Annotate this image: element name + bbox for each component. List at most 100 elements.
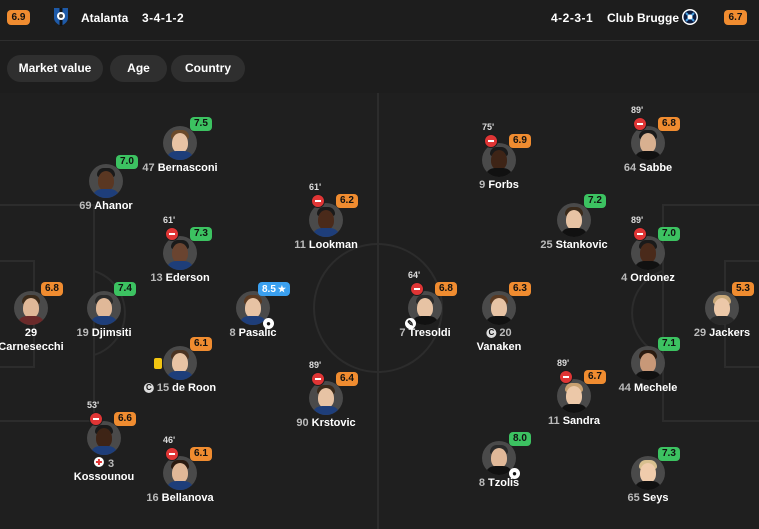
player-name: Kossounou xyxy=(73,471,135,483)
club-brugge-crest-icon[interactable] xyxy=(681,7,699,27)
player-name: 44 Mechele xyxy=(618,382,678,394)
player-photo xyxy=(631,126,665,160)
rating-badge: 6.8 xyxy=(435,282,457,296)
player-photo xyxy=(14,291,48,325)
substitution-out-icon xyxy=(484,134,498,148)
substitution-time: 53' xyxy=(87,400,100,410)
rating-badge: 6.4 xyxy=(336,372,358,386)
player-number: 29 xyxy=(24,327,38,339)
substitution-time: 89' xyxy=(557,358,570,368)
player-photo xyxy=(631,236,665,270)
rating-badge: 6.1 xyxy=(190,447,212,461)
player-photo xyxy=(89,164,123,198)
player-photo xyxy=(557,379,591,413)
player-name: 11 Lookman xyxy=(294,239,358,251)
pitch: 7.5 47 Bernasconi 7.0 69 Ahanor 61' 6.2 … xyxy=(0,93,759,529)
rating-badge: 7.1 xyxy=(658,337,680,351)
injury-icon xyxy=(93,457,104,467)
player-photo xyxy=(163,236,197,270)
player-name: C 15 de Roon xyxy=(143,382,216,394)
player-photo xyxy=(631,346,665,380)
player-photo xyxy=(557,203,591,237)
player-photo xyxy=(163,126,197,160)
player-photo xyxy=(482,291,516,325)
captain-icon: C xyxy=(486,328,497,338)
player-name: 4 Ordonez xyxy=(621,272,675,284)
player-photo xyxy=(309,381,343,415)
player-name: 64 Sabbe xyxy=(623,162,673,174)
player-number: C 20 xyxy=(486,327,512,339)
atalanta-crest-icon[interactable] xyxy=(52,7,70,27)
substitution-out-icon xyxy=(410,282,424,296)
rating-badge: 6.8 xyxy=(41,282,63,296)
player-name: 65 Seys xyxy=(627,492,669,504)
home-formation: 3-4-1-2 xyxy=(142,11,185,25)
rating-badge: 6.6 xyxy=(114,412,136,426)
rating-badge: 5.3 xyxy=(732,282,754,296)
player-name: 47 Bernasconi xyxy=(142,162,218,174)
rating-badge: 6.2 xyxy=(336,194,358,208)
substitution-time: 89' xyxy=(631,215,644,225)
player-name: 11 Sandra xyxy=(548,415,600,427)
rating-badge: 7.5 xyxy=(190,117,212,131)
player-name: 13 Ederson xyxy=(150,272,210,284)
tab-market-value[interactable]: Market value xyxy=(7,55,103,82)
substitution-time: 75' xyxy=(482,122,495,132)
tab-age[interactable]: Age xyxy=(110,55,167,82)
rating-badge: 8.0 xyxy=(509,432,531,446)
player-name: 7 Tresoldi xyxy=(399,327,451,339)
rating-badge: 6.3 xyxy=(509,282,531,296)
substitution-out-icon xyxy=(633,227,647,241)
substitution-out-icon xyxy=(165,447,179,461)
away-team-rating: 6.7 xyxy=(724,10,747,25)
rating-badge: 8.5 ★ xyxy=(258,282,290,296)
rating-badge: 7.2 xyxy=(584,194,606,208)
substitution-time: 64' xyxy=(408,270,421,280)
away-formation: 4-2-3-1 xyxy=(551,11,594,25)
match-header: 6.9 Atalanta 3-4-1-2 4-2-3-1 Club Brugge… xyxy=(0,0,759,41)
player-photo xyxy=(309,203,343,237)
substitution-time: 89' xyxy=(631,105,644,115)
rating-badge: 6.1 xyxy=(190,337,212,351)
home-team-name[interactable]: Atalanta xyxy=(81,11,128,25)
substitution-out-icon xyxy=(311,372,325,386)
yellow-card-icon xyxy=(154,358,162,369)
home-team-rating: 6.9 xyxy=(7,10,30,25)
player-photo xyxy=(163,346,197,380)
away-team-name[interactable]: Club Brugge xyxy=(607,11,679,25)
player-name: 8 Pasalic xyxy=(229,327,277,339)
player-photo xyxy=(87,291,121,325)
player-photo xyxy=(482,143,516,177)
player-photo xyxy=(631,456,665,490)
substitution-out-icon xyxy=(165,227,179,241)
substitution-time: 89' xyxy=(309,360,322,370)
star-icon: ★ xyxy=(277,284,286,294)
player-name: 90 Krstovic xyxy=(296,417,356,429)
player-name: 8 Tzolis xyxy=(478,477,520,489)
player-name: Carnesecchi xyxy=(0,341,64,353)
rating-badge: 7.3 xyxy=(658,447,680,461)
substitution-time: 61' xyxy=(163,215,176,225)
substitution-out-icon xyxy=(89,412,103,426)
substitution-out-icon xyxy=(559,370,573,384)
rating-badge: 7.4 xyxy=(114,282,136,296)
substitution-out-icon xyxy=(633,117,647,131)
player-photo xyxy=(705,291,739,325)
substitution-time: 46' xyxy=(163,435,176,445)
rating-badge: 7.3 xyxy=(190,227,212,241)
substitution-out-icon xyxy=(311,194,325,208)
player-name: Vanaken xyxy=(476,341,522,353)
tab-country[interactable]: Country xyxy=(171,55,245,82)
rating-badge: 7.0 xyxy=(116,155,138,169)
player-name: 69 Ahanor xyxy=(79,200,133,212)
player-name: 29 Jackers xyxy=(693,327,751,339)
player-name: 19 Djimsiti xyxy=(76,327,132,339)
rating-badge: 6.8 xyxy=(658,117,680,131)
rating-badge: 6.7 xyxy=(584,370,606,384)
captain-icon: C xyxy=(143,383,154,393)
rating-badge: 7.0 xyxy=(658,227,680,241)
substitution-time: 61' xyxy=(309,182,322,192)
player-name: 25 Stankovic xyxy=(540,239,608,251)
player-photo xyxy=(163,456,197,490)
player-name: 9 Forbs xyxy=(479,179,519,191)
